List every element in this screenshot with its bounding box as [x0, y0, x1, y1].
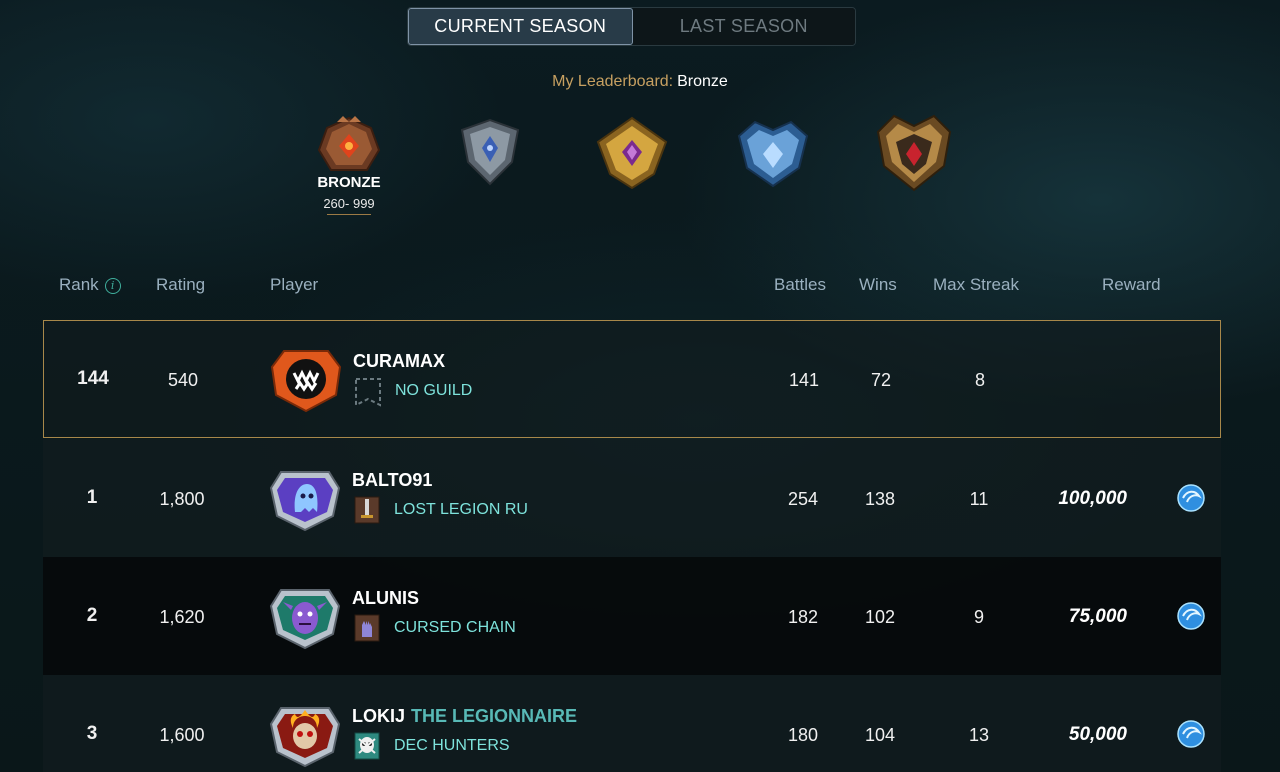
guild-name[interactable]: CURSED CHAIN [394, 619, 516, 637]
rating-value: 1,800 [159, 489, 205, 509]
player-name-text: CURAMAX [353, 351, 445, 371]
reward-orb-icon [1177, 484, 1205, 512]
max-streak-value: 11 [969, 489, 989, 509]
player-name[interactable]: BALTO91 [352, 470, 432, 491]
no-guild-banner-icon [355, 378, 381, 407]
player-name-text: ALUNIS [352, 588, 419, 608]
wins-value: 102 [864, 607, 896, 627]
column-header-reward: Reward [1102, 275, 1161, 294]
table-row[interactable]: 1 1,800 BALTO91 LOST LEGION RU 254 138 1… [43, 439, 1221, 557]
gold-league-badge-icon [596, 116, 668, 190]
column-header-max-streak: Max Streak [933, 275, 1019, 294]
rank-value: 144 [77, 368, 109, 389]
league-range: 260- 999 [323, 196, 375, 211]
reward-value: 100,000 [1058, 488, 1127, 509]
rating-value: 1,620 [159, 607, 205, 627]
guild-name[interactable]: LOST LEGION RU [394, 501, 528, 519]
max-streak-value: 8 [974, 370, 985, 390]
table-row[interactable]: 2 1,620 ALUNIS CURSED CHAIN 182 102 9 75… [43, 557, 1221, 675]
rank-value: 2 [86, 605, 98, 626]
reward-orb-icon [1177, 602, 1205, 630]
info-icon[interactable]: i [104, 278, 121, 294]
tab-current-season[interactable]: CURRENT SEASON [408, 8, 633, 45]
battles-value: 254 [787, 489, 819, 509]
league-gold[interactable] [592, 112, 672, 192]
table-row[interactable]: 3 1,600 LOKIJ THE LEGIONNAIRE DEC HUNTERS… [43, 675, 1221, 772]
player-name[interactable]: ALUNIS [352, 588, 419, 609]
league-bronze[interactable]: BRONZE 260- 999 [309, 112, 389, 215]
reward-orb-icon [1177, 720, 1205, 748]
league-name: BRONZE [317, 174, 381, 191]
player-avatar-monster-icon[interactable] [270, 347, 342, 413]
league-champion[interactable] [874, 112, 954, 192]
wins-value: 72 [870, 370, 892, 390]
player-avatar-goblin-icon[interactable] [269, 584, 341, 650]
wins-value: 138 [864, 489, 896, 509]
rank-value: 3 [86, 723, 98, 744]
player-avatar-ghost-icon[interactable] [269, 466, 341, 532]
guild-name[interactable]: NO GUILD [395, 382, 472, 400]
rank-value: 1 [86, 487, 98, 508]
guild-sword-banner-icon [354, 496, 380, 524]
player-title: THE LEGIONNAIRE [411, 706, 578, 726]
diamond-league-badge-icon [737, 120, 809, 188]
reward-value: 50,000 [1068, 724, 1127, 745]
guild-name[interactable]: DEC HUNTERS [394, 737, 510, 755]
my-leaderboard-label: My Leaderboard: [552, 73, 674, 90]
player-name-text: LOKIJ [352, 706, 406, 726]
player-name[interactable]: CURAMAX [353, 351, 445, 372]
league-silver[interactable] [450, 112, 530, 192]
reward-value: 75,000 [1068, 606, 1127, 627]
column-header-player: Player [270, 275, 319, 294]
player-name[interactable]: LOKIJ THE LEGIONNAIRE [352, 706, 577, 727]
player-name-text: BALTO91 [352, 470, 433, 490]
player-avatar-fire-skull-icon[interactable] [269, 702, 341, 768]
silver-league-badge-icon [460, 118, 520, 186]
my-leaderboard-value: Bronze [677, 73, 728, 90]
column-header-rank-label: Rank [59, 275, 99, 294]
my-rank-row[interactable]: 144 540 CURAMAX NO GUILD 141 72 8 [43, 320, 1221, 438]
max-streak-value: 13 [968, 725, 990, 745]
tab-last-season[interactable]: LAST SEASON [632, 8, 855, 45]
league-selected-indicator [327, 214, 371, 217]
league-diamond[interactable] [733, 112, 813, 192]
column-header-rank: Rank i [59, 275, 121, 295]
season-tabs: CURRENT SEASON LAST SEASON [407, 7, 856, 46]
my-leaderboard: My Leaderboard: Bronze [0, 73, 1280, 91]
guild-skull-banner-icon [354, 732, 380, 760]
column-header-battles: Battles [774, 275, 826, 294]
rating-value: 1,600 [159, 725, 205, 745]
column-header-rating: Rating [156, 275, 206, 294]
wins-value: 104 [864, 725, 896, 745]
champion-league-badge-icon [876, 114, 952, 192]
rating-value: 540 [167, 370, 199, 390]
battles-value: 182 [787, 607, 819, 627]
battles-value: 180 [787, 725, 819, 745]
battles-value: 141 [788, 370, 820, 390]
guild-hand-banner-icon [354, 614, 380, 642]
column-header-wins: Wins [859, 275, 897, 294]
max-streak-value: 9 [973, 607, 984, 627]
